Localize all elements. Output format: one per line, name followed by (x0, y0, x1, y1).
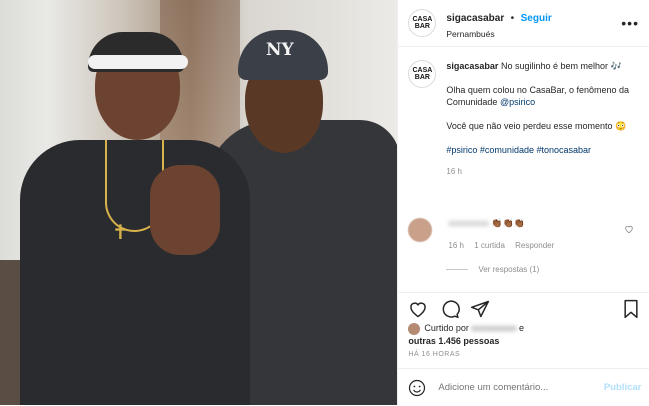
reply-button[interactable]: Responder (515, 241, 554, 250)
replies-divider (446, 269, 469, 270)
comment-input[interactable] (438, 382, 604, 393)
likes-count-link[interactable]: outras 1.456 pessoas (408, 336, 499, 346)
caption-body: sigacasabar No sugilinho é bem melhor 🎶 … (446, 60, 640, 178)
hashtag-link[interactable]: #comunidade (480, 145, 534, 155)
person-left-hand (150, 165, 220, 255)
caption-avatar-text-2: BAR (414, 74, 430, 81)
comment-time: 16 h (448, 241, 464, 250)
more-options-icon[interactable]: ••• (621, 15, 639, 31)
post-header: CASA BAR sigacasabar • Seguir Pernambués … (398, 0, 649, 47)
caption-line-1: No sugilinho é bem melhor 🎶 (500, 61, 622, 71)
mention-link[interactable]: @psirico (500, 97, 535, 107)
emoji-icon[interactable] (408, 379, 426, 397)
comment-bubble-icon[interactable] (440, 299, 461, 319)
publish-button[interactable]: Publicar (604, 382, 642, 393)
comment-like-heart-icon[interactable] (624, 224, 634, 236)
person-left-cap-brim (88, 55, 188, 69)
caption-avatar[interactable]: CASA BAR (408, 60, 437, 88)
likes-suffix: e (516, 323, 524, 333)
commenter-username[interactable]: xxxxxxxxx (448, 218, 489, 228)
comment: xxxxxxxxx 👏🏾👏🏾👏🏾 16 h 1 curtida Responde… (408, 218, 640, 250)
view-replies-label: Ver respostas (1) (478, 265, 540, 274)
caption-username[interactable]: sigacasabar (446, 61, 498, 71)
hashtag-link[interactable]: #psirico (446, 145, 477, 155)
post-timestamp[interactable]: HÁ 16 HORAS (408, 351, 460, 358)
post-photo[interactable]: NY ✝ (0, 0, 398, 405)
caption-line-3: Você que não veio perdeu esse momento 😳 (446, 121, 627, 131)
comment-likes[interactable]: 1 curtida (474, 241, 505, 250)
add-comment-bar: Publicar (398, 368, 649, 406)
likes-summary: Curtido por xxxxxxxxx e outras 1.456 pes… (408, 322, 643, 347)
hashtag-link[interactable]: #tonocasabar (536, 145, 591, 155)
liker-avatar (408, 322, 421, 335)
cross-pendant: ✝ (112, 222, 129, 244)
caption: CASA BAR sigacasabar No sugilinho é bem m… (408, 60, 640, 178)
caption-avatar-text: CASA (412, 67, 433, 74)
caption-time: 16 h (446, 167, 462, 176)
likes-prefix: Curtido por (424, 323, 472, 333)
post-sidebar: CASA BAR sigacasabar • Seguir Pernambués … (397, 0, 649, 405)
view-replies-button[interactable]: Ver respostas (1) (446, 265, 539, 274)
save-bookmark-icon[interactable] (622, 299, 642, 319)
comment-body: xxxxxxxxx 👏🏾👏🏾👏🏾 16 h 1 curtida Responde… (448, 218, 640, 250)
action-bar (398, 292, 649, 325)
comment-meta: 16 h 1 curtida Responder (448, 241, 640, 250)
profile-avatar[interactable]: CASA BAR (408, 9, 437, 37)
location-link[interactable]: Pernambués (446, 29, 621, 39)
caption-line-2: Olha quem colou no CasaBar, o fenômeno d… (446, 85, 630, 107)
liker-username[interactable]: xxxxxxxxx (471, 323, 516, 333)
avatar-logo-text-2: BAR (414, 23, 430, 30)
username-link[interactable]: sigacasabar (446, 13, 504, 24)
avatar-logo-text: CASA (412, 16, 433, 23)
comment-text: 👏🏾👏🏾👏🏾 (491, 218, 526, 228)
like-heart-icon[interactable] (408, 299, 428, 319)
follow-button[interactable]: Seguir (521, 13, 552, 24)
ny-cap-logo: NY (266, 40, 294, 60)
instagram-post: NY ✝ CASA BAR sigacasabar • Seguir Pernam… (0, 0, 649, 405)
share-send-icon[interactable] (470, 299, 490, 319)
header-text: sigacasabar • Seguir Pernambués (446, 8, 621, 39)
separator-dot: • (510, 12, 515, 24)
commenter-avatar[interactable] (408, 218, 433, 242)
